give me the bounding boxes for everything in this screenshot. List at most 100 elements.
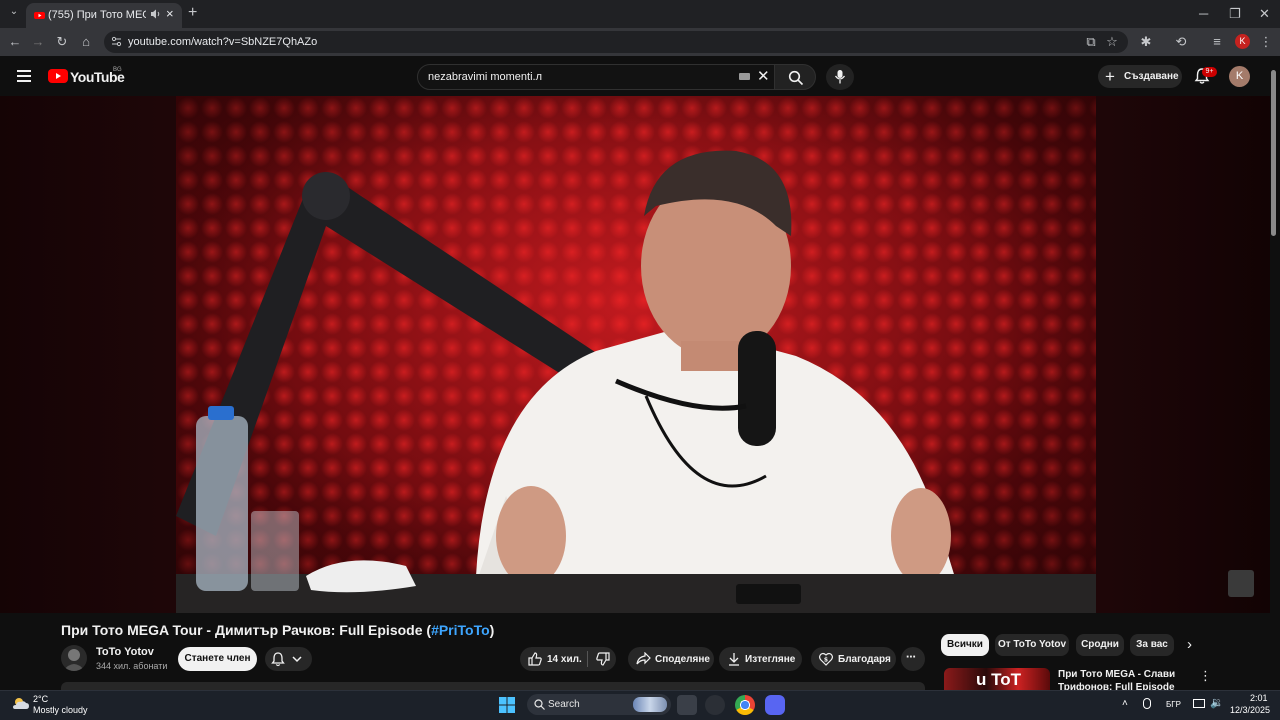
chevron-down-icon (292, 656, 302, 663)
chip-for-you[interactable]: За вас (1130, 634, 1174, 656)
home-icon[interactable]: ⌂ (78, 34, 94, 50)
recommended-video-thumbnail[interactable]: u ToT (944, 668, 1050, 690)
tray-network-icon[interactable] (1193, 699, 1205, 708)
create-label: Създаване (1124, 71, 1179, 82)
keyboard-icon[interactable] (739, 73, 750, 80)
svg-text:$: $ (824, 657, 828, 664)
search-input[interactable]: nezabravimi momenti.л (417, 64, 775, 90)
tray-microphone-icon[interactable] (1143, 698, 1151, 709)
weather-temperature: 2°C (33, 694, 49, 704)
subscription-bell-button[interactable] (265, 647, 312, 671)
chip-all[interactable]: Всички (941, 634, 989, 656)
audio-playing-icon[interactable] (150, 8, 162, 20)
video-player[interactable] (176, 96, 1096, 613)
like-count: 14 хил. (547, 654, 582, 665)
clock-date[interactable]: 12/3/2025 (1230, 705, 1270, 715)
like-button[interactable]: 14 хил. (520, 647, 616, 671)
more-actions-button[interactable]: ⋯ (901, 647, 925, 671)
tab-close-button[interactable]: × (166, 6, 174, 21)
channel-name[interactable]: ToTo Yotov (96, 646, 154, 658)
tray-volume-icon[interactable]: 🔉 (1210, 696, 1224, 709)
reading-list-icon[interactable]: ≡ (1209, 34, 1225, 50)
chips-next-chevron-icon[interactable]: › (1187, 636, 1192, 653)
youtube-favicon-icon (34, 12, 45, 19)
task-view-icon[interactable] (677, 695, 697, 715)
channel-avatar[interactable] (61, 645, 87, 671)
super-thanks-icon: $ (819, 652, 833, 666)
browser-tab-active[interactable]: (755) При Тото MEGA Tour × (26, 3, 182, 28)
taskbar-search-icon (534, 699, 545, 710)
chrome-app-icon[interactable] (735, 695, 755, 715)
forward-icon[interactable]: → (30, 34, 46, 50)
video-title-end: ) (489, 622, 495, 638)
search-highlight-icon (633, 697, 667, 712)
weather-description: Mostly cloudy (33, 705, 88, 715)
minimize-button[interactable]: ─ (1199, 6, 1208, 21)
thumbnail-text: u ToT (976, 670, 1021, 689)
hamburger-menu-icon[interactable] (17, 70, 31, 82)
tab-title: (755) При Тото MEGA Tour (48, 9, 146, 21)
thanks-button[interactable]: $ Благодаря (811, 647, 896, 671)
back-icon[interactable]: ← (7, 34, 23, 50)
browser-menu-icon[interactable]: ⋮ (1258, 34, 1274, 50)
cloudy-weather-icon[interactable] (11, 696, 31, 710)
input-language[interactable]: БГР (1166, 700, 1181, 709)
channel-avatar-image (63, 649, 85, 671)
search-icon (788, 70, 804, 86)
description-box[interactable] (61, 682, 925, 690)
taskbar-search-box[interactable]: Search (527, 694, 671, 715)
youtube-logo-icon[interactable] (48, 69, 68, 83)
browser-profile-avatar[interactable]: K (1235, 34, 1250, 49)
clear-search-button[interactable]: ✕ (757, 67, 770, 85)
hashtag-link[interactable]: #PriToTo (431, 622, 490, 638)
page-scrollbar[interactable] (1271, 70, 1276, 236)
search-query: nezabravimi momenti.л (428, 71, 543, 83)
join-button[interactable]: Станете член (178, 647, 257, 671)
tab-search-icon[interactable]: ⌄ (6, 6, 22, 22)
thumbs-up-icon (528, 652, 542, 666)
discord-app-icon[interactable] (765, 695, 785, 715)
video-title: При Тото MEGA Tour - Димитър Рачков: Ful… (61, 622, 494, 638)
bell-icon (271, 652, 285, 667)
search-button[interactable] (774, 64, 816, 90)
country-code: BG (113, 67, 122, 73)
windows-start-icon[interactable] (499, 697, 515, 713)
thumbs-down-icon[interactable] (596, 652, 610, 666)
address-bar[interactable]: youtube.com/watch?v=SbNZE7QhAZo (104, 31, 1128, 53)
install-app-icon[interactable]: ⧉ (1083, 34, 1099, 50)
window-close-button[interactable]: ✕ (1259, 6, 1270, 22)
download-label: Изтегляне (745, 654, 796, 665)
create-button[interactable]: + Създаване (1098, 65, 1182, 88)
download-button[interactable]: Изтегляне (719, 647, 802, 671)
download-icon (729, 653, 739, 666)
bookmark-star-icon[interactable]: ☆ (1104, 34, 1120, 50)
recommended-video-title[interactable]: При Тото MEGA - Слави Трифонов: Full Epi… (1058, 668, 1178, 690)
share-button[interactable]: Споделяне (628, 647, 714, 671)
share-label: Споделяне (655, 654, 710, 665)
history-icon[interactable]: ⟲ (1173, 34, 1189, 50)
extensions-icon[interactable]: ✱ (1138, 34, 1154, 50)
video-frame-image (176, 96, 1096, 613)
account-avatar[interactable]: K (1229, 66, 1250, 87)
url-text: youtube.com/watch?v=SbNZE7QhAZo (128, 36, 318, 48)
voice-search-button[interactable] (826, 64, 854, 90)
notification-count-badge: 9+ (1202, 67, 1217, 77)
chip-from-channel[interactable]: От ToTo Yotov (995, 634, 1069, 656)
maximize-button[interactable]: ❐ (1229, 6, 1241, 22)
share-icon (636, 652, 651, 665)
chip-related[interactable]: Сродни (1076, 634, 1124, 656)
clock-time[interactable]: 2:01 (1250, 693, 1268, 703)
site-info-icon[interactable] (111, 36, 122, 47)
plus-icon: + (1105, 67, 1115, 86)
thanks-label: Благодаря (838, 654, 891, 665)
copilot-app-icon[interactable] (705, 695, 725, 715)
video-title-text: При Тото MEGA Tour - Димитър Рачков: Ful… (61, 622, 432, 638)
channel-watermark[interactable] (1228, 570, 1254, 597)
tray-chevron-up-icon[interactable]: ˄ (1122, 698, 1128, 709)
more-icon: ⋯ (906, 652, 916, 663)
new-tab-button[interactable]: + (188, 4, 197, 22)
reload-icon[interactable]: ↻ (54, 34, 70, 50)
recommended-more-icon[interactable]: ⋮ (1199, 668, 1212, 684)
microphone-icon (834, 70, 846, 84)
subscriber-count: 344 хил. абонати (96, 661, 168, 671)
